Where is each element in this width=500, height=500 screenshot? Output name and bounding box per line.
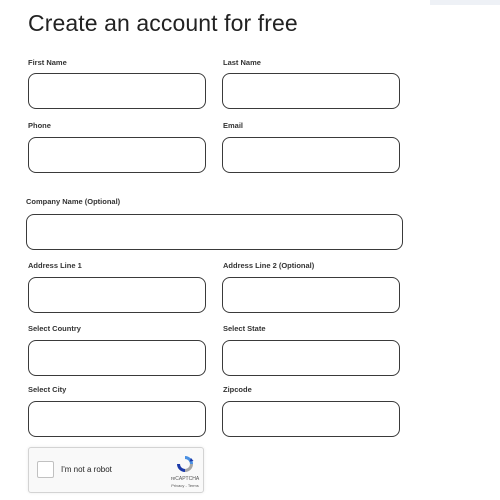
zipcode-label: Zipcode: [223, 385, 252, 394]
select-city-field[interactable]: [28, 401, 206, 437]
first-name-input[interactable]: [28, 73, 206, 109]
address-line-2-input[interactable]: [222, 277, 400, 313]
zipcode-input[interactable]: [222, 401, 400, 437]
first-name-label: First Name: [28, 58, 67, 67]
phone-input[interactable]: [28, 137, 206, 173]
email-input[interactable]: [222, 137, 400, 173]
select-country-field[interactable]: [28, 340, 206, 376]
last-name-input[interactable]: [222, 73, 400, 109]
recaptcha-icon: [177, 456, 194, 472]
select-country-label: Select Country: [28, 324, 81, 333]
recaptcha-brand: reCAPTCHA: [170, 476, 200, 482]
recaptcha-logo: reCAPTCHA Privacy - Terms: [167, 454, 203, 490]
recaptcha-label: I'm not a robot: [61, 465, 112, 474]
recaptcha-widget: I'm not a robot reCAPTCHA Privacy - Term…: [28, 447, 204, 493]
select-state-field[interactable]: [222, 340, 400, 376]
select-city-label: Select City: [28, 385, 67, 394]
address-line-1-label: Address Line 1: [28, 261, 82, 270]
phone-label: Phone: [28, 121, 51, 130]
last-name-label: Last Name: [223, 58, 261, 67]
page-title: Create an account for free: [28, 10, 298, 36]
company-name-label: Company Name (Optional): [26, 197, 121, 206]
company-name-input[interactable]: [26, 214, 403, 250]
email-label: Email: [223, 121, 244, 130]
address-line-2-label: Address Line 2 (Optional): [223, 261, 315, 270]
recaptcha-terms-link[interactable]: Privacy - Terms: [167, 483, 203, 488]
recaptcha-checkbox[interactable]: [37, 461, 54, 478]
top-right-strip: [430, 0, 500, 5]
address-line-1-input[interactable]: [28, 277, 206, 313]
select-state-label: Select State: [223, 324, 266, 333]
